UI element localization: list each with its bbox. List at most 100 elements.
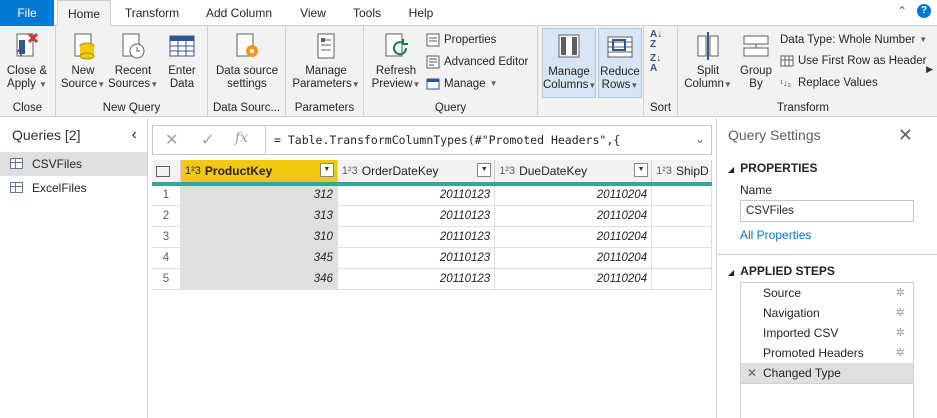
table-cell[interactable]: 313 — [180, 205, 338, 227]
manage-columns-button[interactable]: Manage Columns▼ — [542, 28, 596, 98]
table-cell[interactable]: 20110123 — [337, 226, 496, 248]
table-cell[interactable]: 20110123 — [337, 268, 496, 290]
table-cell[interactable]: 20110123 — [337, 184, 496, 206]
table-cell[interactable]: 346 — [180, 268, 338, 290]
whole-number-type-icon[interactable]: 1²3 — [185, 165, 201, 177]
table-cell[interactable] — [651, 184, 712, 206]
help-icon[interactable]: ? — [917, 4, 931, 18]
confirm-formula-icon[interactable]: ✓ — [201, 130, 214, 150]
whole-number-type-icon[interactable]: 1²3 — [342, 165, 358, 177]
step-source[interactable]: Source ✲ — [741, 283, 913, 303]
query-name-input[interactable]: CSVFiles — [740, 200, 914, 222]
table-menu-corner[interactable] — [152, 160, 182, 186]
tab-view[interactable]: View — [290, 0, 336, 26]
whole-number-type-icon[interactable]: 1²3 — [499, 165, 515, 177]
table-row[interactable]: 3 310 20110123 20110204 — [152, 226, 712, 248]
table-cell[interactable] — [651, 226, 712, 248]
reduce-rows-button[interactable]: Reduce Rows▼ — [598, 28, 642, 98]
column-header-orderdatekey[interactable]: 1²3 OrderDateKey ▼ — [337, 160, 496, 186]
filter-dropdown-icon[interactable]: ▼ — [319, 163, 334, 177]
chevron-down-icon: ▼ — [97, 80, 106, 89]
formula-input[interactable]: = Table.TransformColumnTypes(#"Promoted … — [265, 126, 685, 154]
table-cell[interactable]: 20110204 — [494, 247, 653, 269]
data-sources-group: Data source settings Data Sourc... — [208, 26, 286, 117]
table-cell[interactable]: 312 — [180, 184, 338, 206]
tab-tools[interactable]: Tools — [344, 0, 390, 26]
tab-add-column[interactable]: Add Column — [198, 0, 280, 26]
properties-section[interactable]: ◢ PROPERTIES — [717, 157, 937, 179]
properties-button[interactable]: Properties — [426, 30, 496, 50]
step-changed-type[interactable]: ✕ Changed Type — [741, 363, 913, 383]
gear-icon[interactable]: ✲ — [896, 323, 905, 343]
table-row[interactable]: 5 346 20110123 20110204 — [152, 268, 712, 290]
data-source-settings-button[interactable]: Data source settings — [212, 28, 282, 91]
table-cell[interactable]: 20110204 — [494, 268, 653, 290]
table-cell[interactable]: 345 — [180, 247, 338, 269]
table-cell[interactable]: 20110123 — [337, 205, 496, 227]
sort-descending-button[interactable]: Z↓ A — [650, 54, 661, 74]
applied-steps-section-label: APPLIED STEPS — [740, 264, 835, 278]
column-header-duedatekey[interactable]: 1²3 DueDateKey ▼ — [494, 160, 653, 186]
query-item-excelfiles[interactable]: ExcelFiles — [0, 176, 147, 200]
tab-home[interactable]: Home — [57, 0, 111, 27]
table-row[interactable]: 1 312 20110123 20110204 — [152, 184, 712, 206]
gear-icon[interactable]: ✲ — [896, 343, 905, 363]
sort-ascending-button[interactable]: A↓ Z — [650, 30, 662, 50]
step-promoted-headers[interactable]: Promoted Headers ✲ — [741, 343, 913, 363]
refresh-preview-button[interactable]: Refresh Preview▼ — [368, 28, 424, 91]
manage-parameters-button[interactable]: Manage Parameters▼ — [290, 28, 362, 91]
ribbon-scroll-right-icon[interactable]: ▶ — [926, 64, 933, 75]
function-icon[interactable]: fx — [235, 130, 248, 146]
use-first-row-header-button[interactable]: Use First Row as Header — [780, 51, 926, 71]
table-cell[interactable]: 20110123 — [337, 247, 496, 269]
gear-icon[interactable]: ✲ — [896, 283, 905, 303]
table-icon — [10, 158, 23, 169]
column-header-shipdatekey[interactable]: 1²3 ShipD — [651, 160, 712, 186]
table-row[interactable]: 2 313 20110123 20110204 — [152, 205, 712, 227]
recent-sources-button[interactable]: Recent Sources▼ — [108, 28, 158, 91]
gear-icon[interactable]: ✲ — [896, 303, 905, 323]
step-imported-csv[interactable]: Imported CSV ✲ — [741, 323, 913, 343]
table-cell[interactable]: 20110204 — [494, 205, 653, 227]
chevron-down-icon: ▼ — [588, 81, 597, 90]
filter-dropdown-icon[interactable]: ▼ — [477, 163, 492, 177]
table-cell[interactable]: 20110204 — [494, 184, 653, 206]
cancel-formula-icon[interactable]: ✕ — [165, 130, 178, 150]
table-cell[interactable] — [651, 205, 712, 227]
table-cell[interactable]: 310 — [180, 226, 338, 248]
split-column-button[interactable]: Split Column▼ — [680, 28, 736, 91]
step-navigation[interactable]: Navigation ✲ — [741, 303, 913, 323]
close-icon[interactable]: ✕ — [898, 118, 913, 152]
replace-values-button[interactable]: ¹↓₂ Replace Values — [780, 73, 878, 93]
table-header-icon — [780, 54, 794, 68]
query-item-label: ExcelFiles — [32, 181, 87, 195]
delete-step-icon[interactable]: ✕ — [747, 363, 757, 383]
column-header-productkey[interactable]: 1²3 ProductKey ▼ — [180, 160, 338, 186]
collapse-pane-icon[interactable]: ‹ — [132, 118, 137, 152]
table-cell[interactable]: 20110204 — [494, 226, 653, 248]
all-properties-link[interactable]: All Properties — [717, 228, 937, 242]
formula-bar: ✕ ✓ fx = Table.TransformColumnTypes(#"Pr… — [152, 125, 712, 155]
whole-number-type-icon[interactable]: 1²3 — [656, 165, 672, 177]
close-apply-button[interactable]: Close & Apply ▼ — [3, 28, 51, 91]
tab-help[interactable]: Help — [398, 0, 444, 26]
new-source-button[interactable]: New Source▼ — [60, 28, 106, 91]
tab-transform[interactable]: Transform — [116, 0, 188, 26]
table-cell[interactable] — [651, 268, 712, 290]
table-cell[interactable] — [651, 247, 712, 269]
group-by-button[interactable]: Group By — [736, 28, 776, 91]
advanced-editor-button[interactable]: Advanced Editor — [426, 52, 528, 72]
query-item-csvfiles[interactable]: CSVFiles — [0, 152, 147, 176]
collapse-ribbon-icon[interactable]: ⌃ — [897, 4, 907, 18]
tab-file[interactable]: File — [0, 0, 54, 26]
filter-dropdown-icon[interactable]: ▼ — [634, 163, 649, 177]
applied-steps-section[interactable]: ◢ APPLIED STEPS — [717, 260, 937, 282]
enter-data-button[interactable]: Enter Data — [160, 28, 204, 91]
replace-values-icon: ¹↓₂ — [780, 78, 791, 88]
chevron-down-icon: ▼ — [723, 80, 732, 89]
table-row[interactable]: 4 345 20110123 20110204 — [152, 247, 712, 269]
data-type-label: Data Type: Whole Number — [780, 34, 916, 46]
data-type-dropdown[interactable]: Data Type: Whole Number ▼ — [780, 30, 927, 50]
manage-query-button[interactable]: Manage ▼ — [426, 74, 497, 94]
expand-formula-icon[interactable]: ⌄ — [695, 132, 705, 146]
